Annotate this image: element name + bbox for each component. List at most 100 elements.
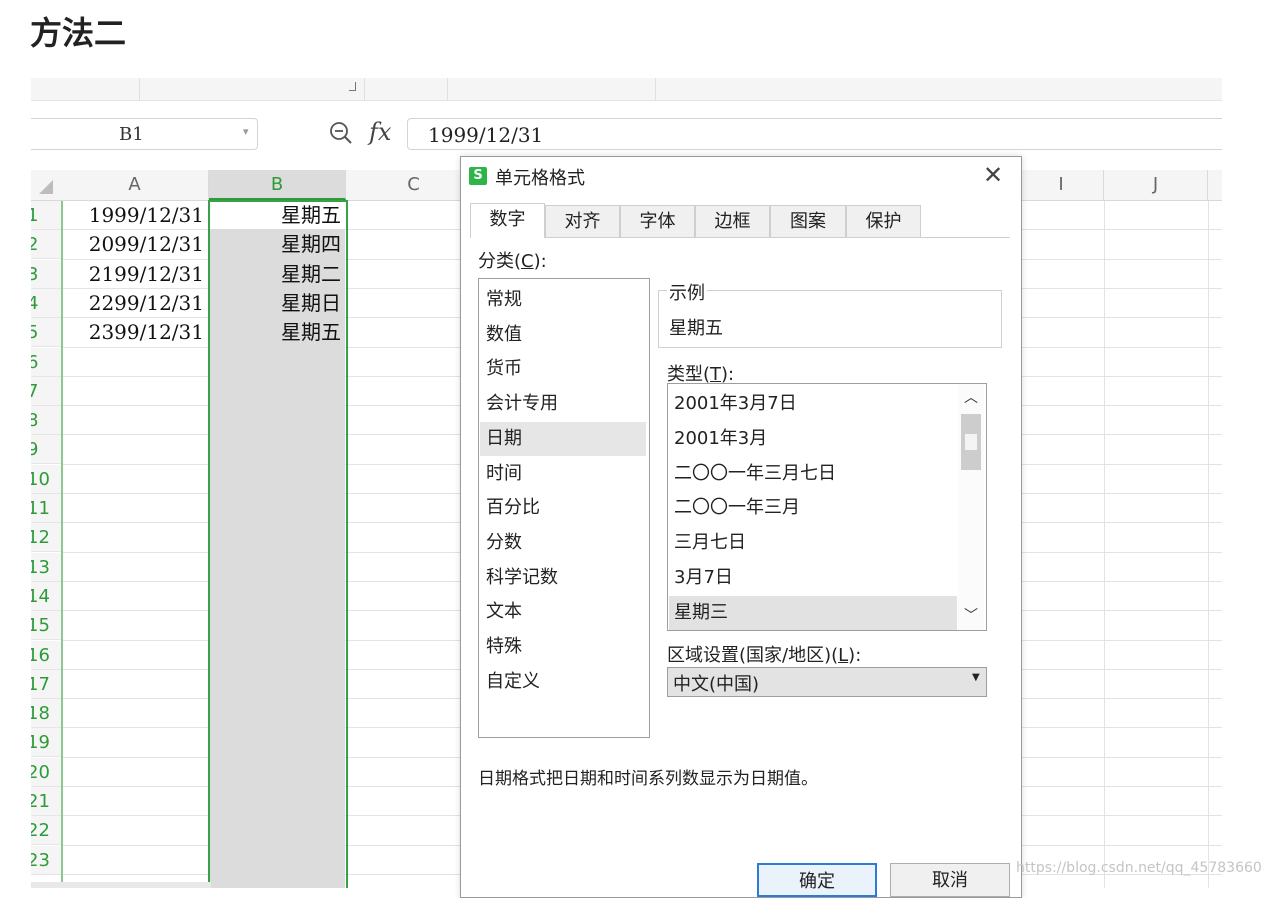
format-description: 日期格式把日期和时间系列数显示为日期值。 — [478, 769, 818, 789]
row-header[interactable]: 23 — [31, 845, 61, 875]
column-header-a[interactable]: A — [61, 170, 209, 200]
column-header-i[interactable]: I — [1019, 170, 1104, 200]
cell-b[interactable]: 星期四 — [210, 230, 345, 259]
type-item[interactable]: 星期三 — [669, 595, 957, 630]
tab-font[interactable]: 字体 — [620, 205, 695, 237]
row-header[interactable]: 19 — [31, 728, 61, 758]
row-header[interactable]: 16 — [31, 640, 61, 670]
type-item[interactable]: 2001年3月 — [669, 422, 957, 456]
close-icon[interactable]: ✕ — [983, 161, 1003, 189]
category-item[interactable]: 日期 — [480, 421, 646, 456]
tab-pattern[interactable]: 图案 — [770, 205, 846, 237]
type-list[interactable]: 2001年3月7日 2001年3月 二〇〇一年三月七日 二〇〇一年三月 三月七日 3月7日… — [667, 383, 987, 631]
cell-a[interactable]: 2399/12/31 — [63, 318, 208, 347]
row-header[interactable]: 22 — [31, 816, 61, 846]
toolbar-strip — [31, 78, 1222, 101]
dialog-launcher-icon[interactable] — [349, 82, 356, 91]
type-item[interactable]: 2001年3月7日 — [669, 387, 957, 421]
category-item[interactable]: 常规 — [480, 283, 646, 317]
cell-a[interactable]: 2299/12/31 — [63, 289, 208, 318]
type-item[interactable]: 二〇〇一年三月七日 — [669, 457, 957, 491]
category-item[interactable]: 数值 — [480, 318, 646, 352]
tab-protection[interactable]: 保护 — [846, 205, 921, 237]
column-header-j[interactable]: J — [1104, 170, 1208, 200]
category-item[interactable]: 货币 — [480, 352, 646, 386]
tab-border[interactable]: 边框 — [695, 205, 770, 237]
row-header[interactable]: 5 — [31, 318, 61, 348]
cell-a[interactable]: 2199/12/31 — [63, 260, 208, 289]
chevron-down-icon[interactable]: ﹀ — [958, 604, 984, 628]
type-item[interactable]: 三月七日 — [669, 526, 957, 560]
row-header[interactable]: 12 — [31, 523, 61, 553]
toolbar-divider — [655, 78, 656, 100]
category-item[interactable]: 会计专用 — [480, 387, 646, 421]
cell-b[interactable]: 星期五 — [210, 201, 345, 230]
category-item[interactable]: 文本 — [480, 595, 646, 629]
chevron-up-icon[interactable]: ︿ — [958, 386, 984, 410]
name-box-value: B1 — [119, 124, 144, 145]
dialog-title: 单元格格式 — [495, 168, 585, 189]
row-header[interactable]: 14 — [31, 581, 61, 611]
row-header[interactable]: 21 — [31, 787, 61, 816]
row-header[interactable]: 10 — [31, 464, 61, 494]
category-item[interactable]: 时间 — [480, 457, 646, 491]
category-item[interactable]: 分数 — [480, 526, 646, 560]
toolbar-divider — [139, 78, 140, 100]
zoom-icon[interactable] — [328, 120, 354, 146]
category-item[interactable]: 科学记数 — [480, 561, 646, 595]
cell-b[interactable]: 星期二 — [210, 260, 345, 289]
format-cells-dialog: S 单元格格式 ✕ 数字 对齐 字体 边框 图案 保护 分类(C): 常规 数值货… — [460, 156, 1022, 898]
chevron-down-icon[interactable]: ▾ — [243, 125, 249, 138]
name-box[interactable]: B1 ▾ — [31, 118, 258, 150]
tab-alignment[interactable]: 对齐 — [545, 205, 620, 237]
row-header[interactable]: 20 — [31, 757, 61, 787]
row-header[interactable]: 6 — [31, 347, 61, 377]
category-item[interactable]: 自定义 — [480, 665, 646, 699]
locale-label: 区域设置(国家/地区)(L): — [667, 645, 862, 666]
type-item[interactable]: 3月7日 — [669, 561, 957, 595]
cell-a[interactable]: 1999/12/31 — [63, 201, 208, 230]
row-header[interactable]: 17 — [31, 669, 61, 699]
sample-legend: 示例 — [667, 279, 707, 305]
formula-input[interactable]: 1999/12/31 — [407, 118, 1222, 150]
toolbar-divider — [447, 78, 448, 100]
locale-select[interactable]: 中文(中国) ▼ — [667, 667, 987, 697]
column-header-b[interactable]: B — [209, 170, 346, 200]
category-item[interactable]: 特殊 — [480, 630, 646, 664]
row-header[interactable]: 15 — [31, 611, 61, 641]
cell-b[interactable]: 星期日 — [210, 289, 345, 318]
page-heading: 方法二 — [30, 14, 127, 52]
row-header[interactable]: 9 — [31, 435, 61, 465]
toolbar-divider — [364, 78, 365, 100]
category-list[interactable]: 常规 数值 货币 会计专用 日期 时间 百分比 分数 科学记数 文本 特殊 自定义 — [478, 278, 650, 738]
horizontal-scrollbar[interactable] — [31, 882, 211, 888]
row-header[interactable]: 7 — [31, 376, 61, 406]
row-header[interactable]: 2 — [31, 230, 61, 260]
category-item[interactable]: 百分比 — [480, 491, 646, 525]
cell-b[interactable]: 星期五 — [210, 318, 345, 347]
row-header[interactable]: 1 — [31, 201, 61, 230]
chevron-down-icon: ▼ — [972, 672, 980, 683]
row-header[interactable]: 3 — [31, 259, 61, 289]
row-header[interactable]: 13 — [31, 552, 61, 582]
select-all-icon[interactable] — [39, 180, 53, 194]
row-header[interactable]: 4 — [31, 288, 61, 318]
locale-value: 中文(中国) — [673, 674, 760, 695]
tab-panel-divider — [470, 237, 1010, 238]
cell-a[interactable]: 2099/12/31 — [63, 230, 208, 259]
formula-value: 1999/12/31 — [428, 123, 544, 147]
function-icon[interactable]: fx — [369, 118, 391, 146]
category-label: 分类(C): — [478, 251, 547, 272]
type-list-scrollbar[interactable]: ︿ ﹀ — [958, 384, 984, 630]
sample-value: 星期五 — [669, 318, 723, 339]
cancel-button[interactable]: 取消 — [890, 863, 1010, 897]
row-header[interactable]: 18 — [31, 699, 61, 729]
tab-number[interactable]: 数字 — [470, 203, 545, 238]
scrollbar-thumb[interactable] — [961, 414, 981, 470]
type-item[interactable]: 二〇〇一年三月 — [669, 491, 957, 525]
formula-bar: B1 ▾ fx 1999/12/31 — [31, 110, 1222, 152]
column-gridline — [1104, 201, 1105, 888]
row-header[interactable]: 8 — [31, 406, 61, 436]
row-header[interactable]: 11 — [31, 494, 61, 523]
ok-button[interactable]: 确定 — [757, 863, 877, 897]
